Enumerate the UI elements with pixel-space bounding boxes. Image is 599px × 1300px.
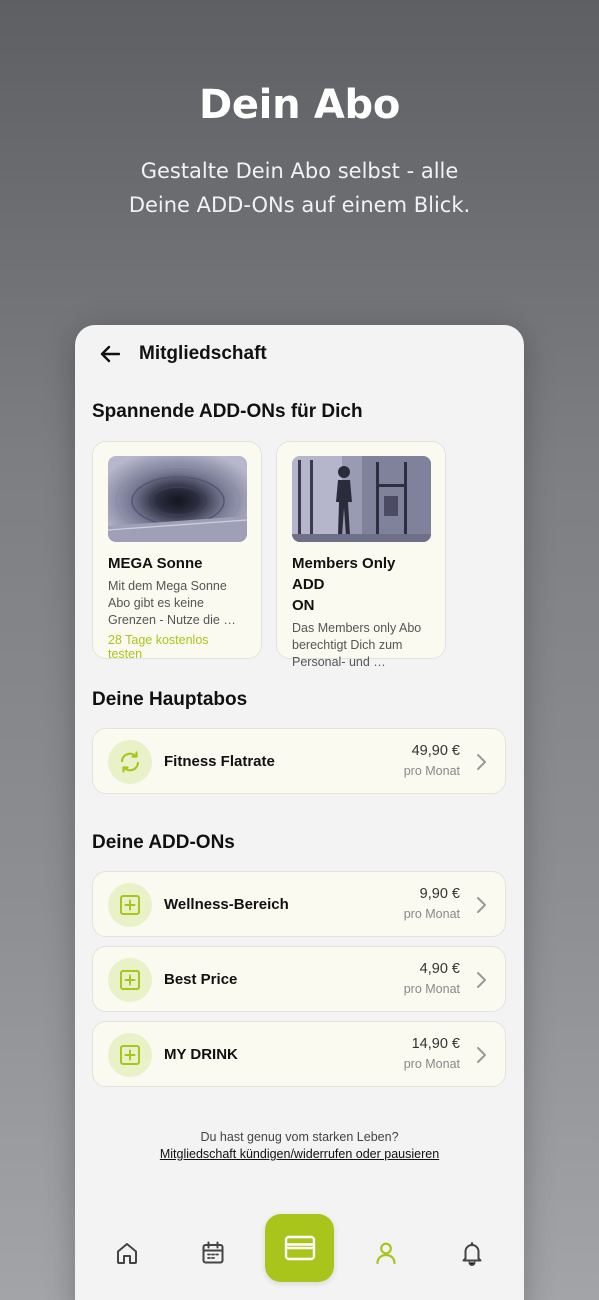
addon-price: 4,90 € [419,961,460,977]
hero-subtitle: Gestalte Dein Abo selbst - alle Deine AD… [60,154,539,222]
phone-screen: Mitgliedschaft Spannende ADD-ONs für Dic… [75,325,524,1300]
addon-price: 14,90 € [411,1036,460,1052]
featured-addon-card-mega-sonne[interactable]: MEGA Sonne Mit dem Mega Sonne Abo gibt e… [92,441,262,661]
title-line: Members Only ADD [292,555,396,593]
refresh-icon [108,740,152,784]
hero-title: Dein Abo [198,82,401,128]
featured-section-title: Spannende ADD-ONs für Dich [92,401,363,422]
description-line: Abo gibt es keine [108,596,204,610]
addon-row-my-drink[interactable]: MY DRINK 14,90 € pro Monat [92,1021,506,1087]
addon-name: Wellness-Bereich [164,896,289,913]
sub-name: Fitness Flatrate [164,753,275,770]
addon-period: pro Monat [403,1057,460,1071]
addon-name: Best Price [164,971,238,988]
featured-addon-title: Members Only ADD ON [292,553,430,616]
sub-period: pro Monat [403,764,460,778]
sunbed-image [108,456,247,542]
featured-addon-description: Das Members only Abo berechtigt Dich zum… [292,620,430,671]
main-subs-section-title: Deine Hauptabos [92,689,248,710]
cancel-prompt: Du hast genug vom starken Leben? [200,1130,399,1144]
description-line: Grenzen - Nutze die … [108,613,236,627]
addon-name: MY DRINK [164,1046,238,1063]
cancel-membership-link[interactable]: Mitgliedschaft kündigen/widerrufen oder … [75,1147,524,1161]
bell-icon[interactable] [458,1239,486,1267]
addon-period: pro Monat [403,907,460,921]
main-sub-row-fitness-flatrate[interactable]: Fitness Flatrate 49,90 € pro Monat [92,728,506,794]
carousel-overflow-area [455,441,524,659]
plus-square-icon [108,1033,152,1077]
home-icon[interactable] [113,1239,141,1267]
chevron-right-icon [477,897,486,913]
description-line: Mit dem Mega Sonne [108,579,227,593]
chevron-right-icon [477,1047,486,1063]
sub-price: 49,90 € [411,743,460,759]
top-bar: Mitgliedschaft [99,339,267,369]
chevron-right-icon [477,972,486,988]
hero-subtitle-line: Deine ADD-ONs auf einem Blick. [128,193,471,217]
featured-addon-description: Mit dem Mega Sonne Abo gibt es keine Gre… [108,578,246,629]
plus-square-icon [108,958,152,1002]
title-line: ON [292,597,315,614]
page-title: Mitgliedschaft [139,343,267,364]
featured-addon-card-members-only[interactable]: Members Only ADD ON Das Members only Abo… [276,441,446,669]
addons-section-title: Deine ADD-ONs [92,832,235,853]
calendar-icon[interactable] [199,1239,227,1267]
plus-square-icon [108,883,152,927]
addon-price: 9,90 € [419,886,460,902]
gym-image [292,456,431,542]
description-line: berechtigt Dich zum [292,638,403,652]
description-line: Das Members only Abo [292,621,422,635]
addon-period: pro Monat [403,982,460,996]
trial-link[interactable]: 28 Tage kostenlos testen [108,633,246,661]
addon-row-wellness[interactable]: Wellness-Bereich 9,90 € pro Monat [92,871,506,937]
addon-row-best-price[interactable]: Best Price 4,90 € pro Monat [92,946,506,1012]
featured-addon-title: MEGA Sonne [108,555,203,572]
back-arrow-icon[interactable] [99,343,121,365]
profile-icon[interactable] [372,1239,400,1267]
description-line: Personal- und … [292,655,386,669]
hero-subtitle-line: Gestalte Dein Abo selbst - alle [140,159,459,183]
card-icon[interactable] [265,1214,334,1282]
chevron-right-icon [477,754,486,770]
